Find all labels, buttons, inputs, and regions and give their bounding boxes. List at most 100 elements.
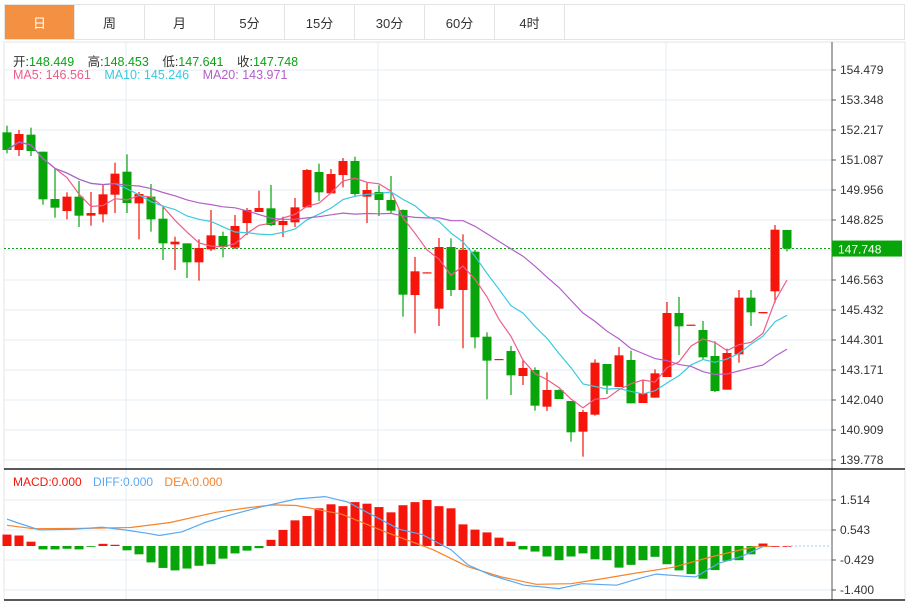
candle — [254, 190, 264, 212]
candle-body — [506, 351, 516, 376]
price-tick-label: 143.171 — [840, 363, 884, 377]
ma-legend: MA5: 146.561 MA10: 145.246 MA20: 143.971 — [13, 68, 297, 82]
candle-body — [86, 212, 96, 216]
candle — [110, 162, 120, 213]
macd-bar — [254, 546, 264, 549]
candle-body — [314, 171, 324, 193]
macd-bar — [98, 543, 108, 546]
candle-body — [578, 411, 588, 432]
candle — [734, 290, 744, 363]
macd-bar — [446, 508, 456, 546]
candle — [62, 192, 72, 220]
macd-bar — [110, 544, 120, 546]
candle-body — [338, 161, 348, 176]
candle-body — [62, 196, 72, 212]
macd-bar — [458, 524, 468, 546]
macd-bar — [170, 546, 180, 571]
candle-body — [542, 390, 552, 407]
macd-bar — [62, 546, 72, 549]
candle — [638, 380, 648, 403]
candle — [482, 332, 492, 400]
candle-body — [206, 235, 216, 250]
macd-bar — [206, 546, 216, 565]
candle-body — [590, 362, 600, 415]
candle — [434, 238, 444, 326]
candle — [194, 239, 204, 281]
candle-body — [674, 312, 684, 327]
candle-body — [410, 271, 420, 296]
macd-bar — [518, 546, 528, 550]
candle — [686, 324, 696, 326]
price-tick-label: 154.479 — [840, 63, 884, 77]
price-tick-label: 142.040 — [840, 393, 884, 407]
macd-bar — [14, 535, 24, 546]
open-value: 148.449 — [28, 55, 75, 69]
macd-bar — [122, 546, 132, 551]
price-tick-label: 152.217 — [840, 123, 884, 137]
macd-bar — [242, 546, 252, 551]
candle-body — [494, 358, 504, 361]
macd-bar — [614, 546, 624, 568]
macd-bar — [38, 546, 48, 550]
macd-bar — [578, 546, 588, 554]
macd-bar — [86, 546, 96, 547]
macd-bar — [770, 546, 780, 547]
candle — [626, 350, 636, 404]
candle-body — [170, 241, 180, 245]
high-value: 148.453 — [103, 55, 149, 69]
candle — [506, 345, 516, 396]
candle-body — [158, 218, 168, 244]
macd-bar — [482, 532, 492, 546]
candle — [146, 184, 156, 232]
candle-body — [362, 190, 372, 197]
candle — [566, 401, 576, 442]
price-tick-label: 153.348 — [840, 93, 884, 107]
candle-body — [422, 272, 432, 274]
candle — [338, 158, 348, 188]
candle — [770, 225, 780, 303]
macd-bar — [278, 529, 288, 546]
candle-body — [650, 373, 660, 398]
candle — [578, 410, 588, 457]
price-tick-label: 151.087 — [840, 153, 884, 167]
candle-body — [698, 330, 708, 358]
ma10-label: MA10: 145.246 — [104, 68, 190, 82]
macd-bar — [506, 541, 516, 546]
price-tick-label: 145.432 — [840, 303, 884, 317]
candle-body — [254, 208, 264, 212]
candle — [758, 311, 768, 314]
price-tick-label: 139.778 — [840, 453, 884, 467]
macd-bar — [26, 541, 36, 546]
candle-body — [278, 221, 288, 226]
macd-bar — [158, 546, 168, 568]
macd-bar — [302, 516, 312, 546]
macd-bar — [194, 546, 204, 566]
candle-body — [74, 196, 84, 216]
macd-bar — [542, 546, 552, 557]
candle-body — [446, 247, 456, 290]
macd-bar — [626, 546, 636, 565]
candle — [122, 154, 132, 213]
macd-bar — [374, 507, 384, 546]
candle — [650, 369, 660, 398]
candle — [158, 206, 168, 260]
candle — [170, 236, 180, 270]
open-label: 开: — [13, 55, 29, 69]
candle-body — [758, 311, 768, 314]
candle-body — [194, 248, 204, 263]
candle-body — [518, 368, 528, 376]
macd-bar — [218, 546, 228, 559]
macd-bar — [338, 506, 348, 546]
macd-legend: MACD:0.000 DIFF:0.000 DEA:0.000 — [13, 475, 230, 489]
candle — [218, 231, 228, 258]
macd-bar — [494, 537, 504, 546]
candle — [362, 182, 372, 223]
candle-body — [50, 198, 60, 208]
macd-bar — [386, 512, 396, 546]
candle — [266, 185, 276, 226]
macd-bar — [350, 502, 360, 546]
macd-bar — [530, 546, 540, 552]
candle-body — [614, 355, 624, 388]
candle — [782, 229, 792, 252]
diff-line — [6, 495, 765, 590]
